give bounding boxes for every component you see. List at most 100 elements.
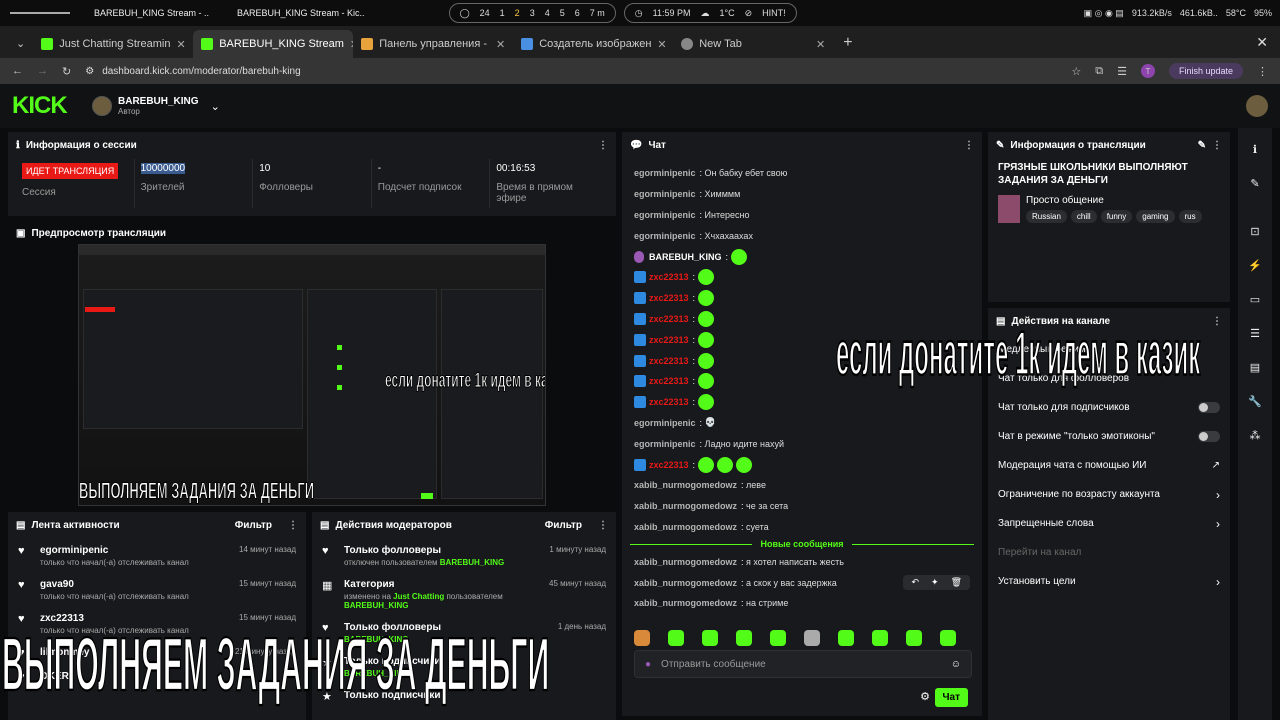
chat-username[interactable]: xabib_nurmogomedowz <box>634 480 737 490</box>
taskbar-window-2[interactable]: BAREBUH_KING Stream - Kic.. <box>223 8 379 18</box>
tab-list-icon[interactable]: ⌄ <box>8 37 33 58</box>
chat-username[interactable]: zxc22313 <box>649 376 689 386</box>
chat-username[interactable]: egorminipenic <box>634 231 696 241</box>
site-info-icon[interactable]: ⚙ <box>85 66 94 77</box>
edit-icon[interactable]: ✎ <box>1198 140 1206 151</box>
tag-chip[interactable]: rus <box>1178 210 1202 223</box>
emote-icon[interactable] <box>736 630 752 646</box>
chat-username[interactable]: egorminipenic <box>634 210 696 220</box>
filter-button[interactable]: Фильтр <box>545 520 582 531</box>
tag-chip[interactable]: chill <box>1070 210 1097 223</box>
chat-username[interactable]: zxc22313 <box>649 397 689 407</box>
emote-only-toggle[interactable] <box>1198 431 1220 442</box>
reload-icon[interactable]: ↻ <box>62 65 71 78</box>
filter-button[interactable]: Фильтр <box>235 520 272 531</box>
emote-icon[interactable] <box>906 630 922 646</box>
tag-chip[interactable]: Russian <box>1026 210 1067 223</box>
category-thumbnail[interactable] <box>998 195 1020 223</box>
account-age-row[interactable]: Ограничение по возрасту аккаунта › <box>988 480 1230 509</box>
ai-moderation-row[interactable]: Модерация чата с помощью ИИ ↗ <box>988 451 1230 480</box>
chat-username[interactable]: zxc22313 <box>649 335 689 345</box>
pencil-icon[interactable]: ✎ <box>1244 172 1266 194</box>
wrench-icon[interactable]: 🔧 <box>1244 390 1266 412</box>
chat-username[interactable]: egorminipenic <box>634 189 696 199</box>
profile-avatar[interactable]: T <box>1140 64 1155 78</box>
tab-barebuh-stream[interactable]: BAREBUH_KING Stream ✕ <box>193 30 354 58</box>
desc-user[interactable]: BAREBUH_KING <box>440 558 504 567</box>
banned-words-row[interactable]: Запрещенные слова › <box>988 509 1230 538</box>
close-icon[interactable]: ✕ <box>177 38 186 51</box>
chat-username[interactable]: zxc22313 <box>649 293 689 303</box>
more-options-icon[interactable]: ⋮ <box>1212 316 1222 327</box>
address-bar[interactable]: ⚙ dashboard.kick.com/moderator/barebuh-k… <box>85 66 1057 77</box>
tag-chip[interactable]: funny <box>1100 210 1133 223</box>
chat-username[interactable]: xabib_nurmogomedowz <box>634 557 737 567</box>
set-goals-row[interactable]: Установить цели › <box>988 567 1230 596</box>
ws-4[interactable]: 4 <box>545 8 550 18</box>
tab-image-creator[interactable]: Создатель изображен ✕ <box>513 30 673 58</box>
chat-input[interactable]: ● Отправить сообщение ☺ <box>634 650 972 678</box>
ws-5[interactable]: 5 <box>560 8 565 18</box>
close-icon[interactable]: ✕ <box>816 38 825 51</box>
chat-username[interactable]: zxc22313 <box>649 314 689 324</box>
chat-username[interactable]: zxc22313 <box>649 356 689 366</box>
chat-username[interactable]: xabib_nurmogomedowz <box>634 578 737 588</box>
category-name[interactable]: Просто общение <box>1026 195 1202 206</box>
more-options-icon[interactable]: ⋮ <box>964 140 974 151</box>
chat-username[interactable]: xabib_nurmogomedowz <box>634 598 737 608</box>
chat-username[interactable]: egorminipenic <box>634 439 696 449</box>
go-to-channel-row[interactable]: Перейти на канал <box>988 538 1230 567</box>
tag-chip[interactable]: gaming <box>1136 210 1175 223</box>
more-options-icon[interactable]: ⋮ <box>598 520 608 531</box>
chat-username[interactable]: xabib_nurmogomedowz <box>634 501 737 511</box>
ws-7[interactable]: 7 m <box>590 8 605 18</box>
desc-user[interactable]: BAREBUH_KING <box>344 601 408 610</box>
tab-just-chatting[interactable]: Just Chatting Streamin ✕ <box>33 30 193 58</box>
clock-pill[interactable]: ◷ 11:59 PM ☁ 1°C ⊘ HINT! <box>623 3 797 23</box>
delete-icon[interactable]: 🗑 <box>951 577 962 588</box>
chat-username[interactable]: xabib_nurmogomedowz <box>634 522 737 532</box>
emote-icon[interactable] <box>702 630 718 646</box>
workspace-switcher[interactable]: ◯ 24 1 2 3 4 5 6 7 m <box>448 3 616 23</box>
back-icon[interactable]: ← <box>12 65 23 77</box>
emoji-picker-icon[interactable]: ☺ <box>951 659 961 670</box>
chat-settings-icon[interactable]: ⚙ <box>920 690 930 703</box>
send-chat-button[interactable]: Чат <box>934 688 968 707</box>
new-messages-divider[interactable]: Новые сообщения <box>622 537 982 551</box>
chat-username[interactable]: zxc22313 <box>649 460 689 470</box>
chat-username[interactable]: BAREBUH_KING <box>649 252 722 262</box>
more-options-icon[interactable]: ⋮ <box>288 520 298 531</box>
ws-6[interactable]: 6 <box>575 8 580 18</box>
subscribers-only-row[interactable]: Чат только для подписчиков <box>988 393 1230 422</box>
ws-3[interactable]: 3 <box>530 8 535 18</box>
tab-new-tab[interactable]: New Tab ✕ <box>673 30 833 58</box>
more-options-icon[interactable]: ⋮ <box>598 140 608 151</box>
extensions-icon[interactable]: ⧉ <box>1095 65 1103 78</box>
stream-preview-video[interactable]: если донатите 1к идем в казик ВЫПОЛНЯЕМ … <box>78 244 546 506</box>
close-icon[interactable]: ✕ <box>496 38 505 51</box>
tray-apps-icon[interactable]: ▣ ◎ ◉ ▤ <box>1084 8 1124 19</box>
activity-user[interactable]: gava90 <box>40 579 229 590</box>
ws-1[interactable]: 1 <box>500 8 505 18</box>
chevron-down-icon[interactable]: ⌄ <box>211 100 220 113</box>
pin-icon[interactable]: ✦ <box>931 577 939 588</box>
more-options-icon[interactable]: ⋮ <box>1212 140 1222 151</box>
emote-icon[interactable] <box>770 630 786 646</box>
tab-control-panel[interactable]: Панель управления - ✕ <box>353 30 513 58</box>
close-icon[interactable]: ✕ <box>657 38 666 51</box>
browser-menu-icon[interactable]: ⋮ <box>1257 65 1268 78</box>
taskbar-window-1[interactable]: BAREBUH_KING Stream - .. <box>80 8 223 18</box>
activity-user[interactable]: zxc22313 <box>40 613 229 624</box>
emote-icon[interactable] <box>804 630 820 646</box>
finish-update-button[interactable]: Finish update <box>1168 63 1243 79</box>
chat-username[interactable]: egorminipenic <box>634 168 696 178</box>
reading-list-icon[interactable]: ☰ <box>1117 65 1127 78</box>
chat-username[interactable]: egorminipenic <box>634 418 696 428</box>
layers-icon[interactable]: ▤ <box>1244 356 1266 378</box>
external-link-icon[interactable]: ↗ <box>1212 460 1220 471</box>
window-close-icon[interactable]: ✕ <box>1256 34 1268 51</box>
channel-avatar[interactable] <box>92 96 112 116</box>
kick-logo[interactable]: KICK <box>12 92 92 120</box>
emote-icon[interactable] <box>634 630 650 646</box>
info-icon[interactable]: ℹ <box>1244 138 1266 160</box>
